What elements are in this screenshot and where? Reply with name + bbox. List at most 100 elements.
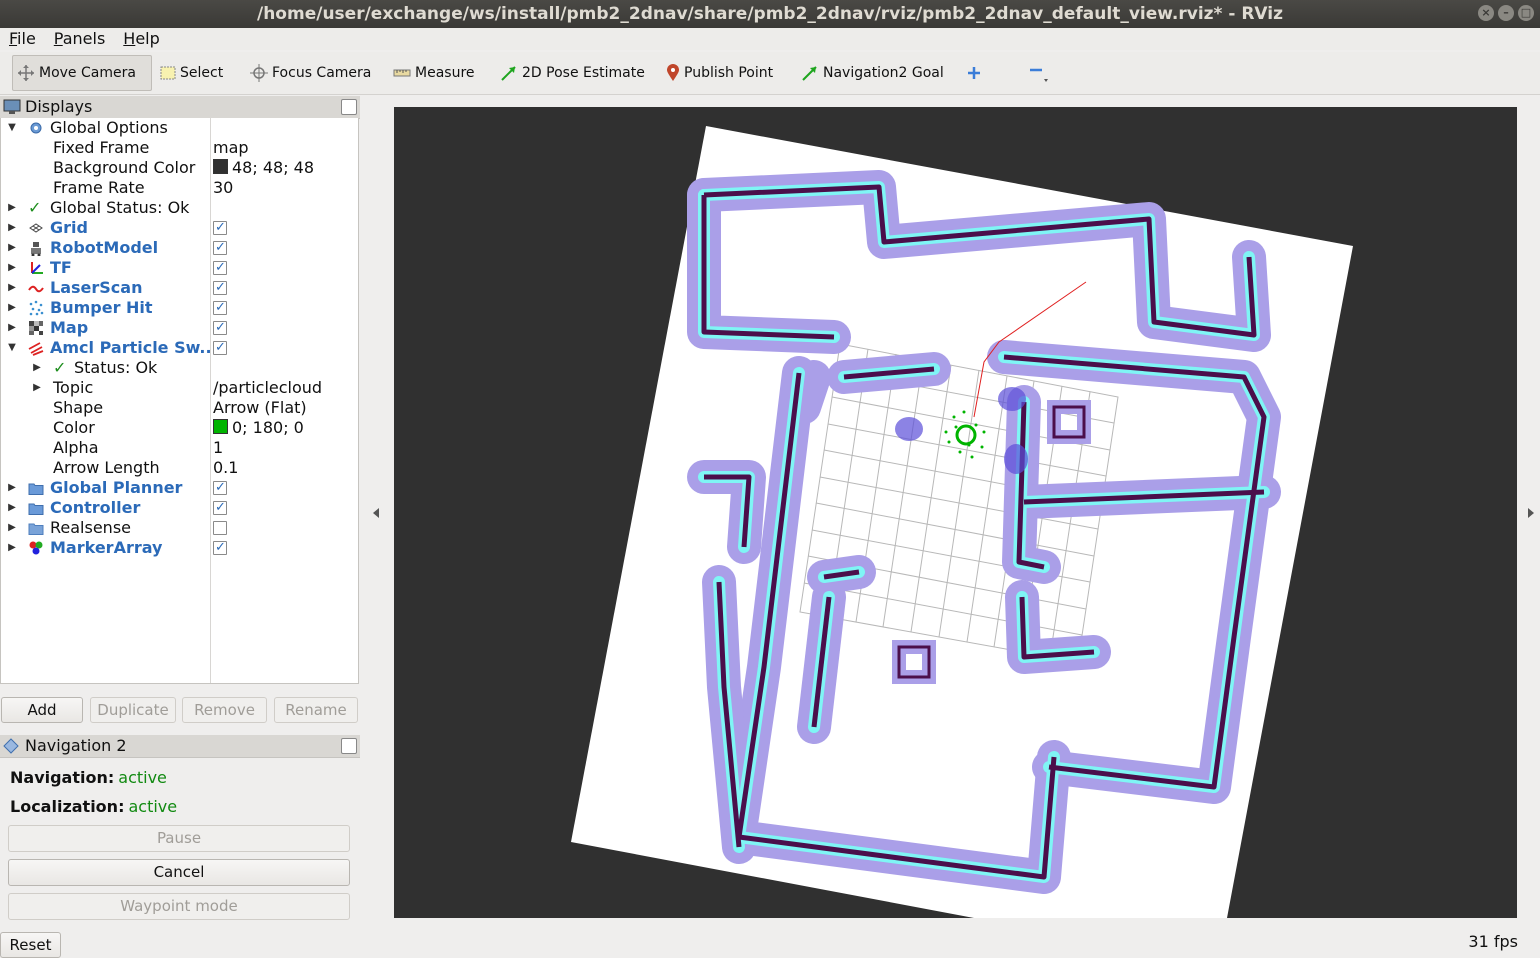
fixed-frame-value[interactable]: map [213,138,249,158]
tree-row-arrow-length[interactable]: Arrow Length 0.1 [1,458,358,478]
tree-row-background-color[interactable]: Background Color 48; 48; 48 [1,158,358,178]
maximize-window-button[interactable]: □ [1518,5,1534,21]
panel-splitter[interactable] [362,96,392,926]
nav-goal-tool[interactable]: Navigation2 Goal [797,55,948,91]
amcl-particle-checkbox[interactable] [213,338,227,358]
tree-row-amcl-particle[interactable]: ▼ Amcl Particle Sw... [1,338,358,358]
tree-row-global-options[interactable]: ▼ Global Options [1,118,358,138]
markerarray-checkbox[interactable] [213,538,227,558]
collapse-left-icon[interactable] [371,507,381,519]
tf-checkbox[interactable] [213,258,227,278]
tree-row-laserscan[interactable]: ▶ LaserScan [1,278,358,298]
menu-panels[interactable]: Panels [45,28,115,50]
laser-icon [28,285,44,293]
menu-file[interactable]: File [0,28,45,50]
expand-arrow-icon[interactable]: ▶ [7,318,17,338]
menu-help[interactable]: Help [114,28,168,50]
remove-tool-button[interactable] [1020,55,1058,91]
tree-row-map[interactable]: ▶ Map [1,318,358,338]
right-dock-splitter[interactable] [1518,96,1540,926]
localization-status-label: Localization: [10,797,125,816]
tree-row-global-status[interactable]: ▶ ✓ Global Status: Ok [1,198,358,218]
pose-estimate-tool[interactable]: 2D Pose Estimate [496,55,649,91]
waypoint-mode-button[interactable]: Waypoint mode [8,893,350,920]
collapse-arrow-icon[interactable]: ▼ [7,338,17,358]
grid-checkbox[interactable] [213,218,227,238]
render-viewport[interactable] [394,107,1517,918]
tree-row-fixed-frame[interactable]: Fixed Frame map [1,138,358,158]
expand-arrow-icon[interactable]: ▶ [7,218,17,238]
publish-point-tool[interactable]: Publish Point [662,55,777,91]
collapse-right-icon[interactable] [1526,507,1536,519]
rename-button[interactable]: Rename [274,697,358,723]
pause-button[interactable]: Pause [8,825,350,852]
topic-value[interactable]: /particlecloud [213,378,322,398]
move-camera-tool[interactable]: Move Camera [12,55,152,91]
tree-row-controller[interactable]: ▶ Controller [1,498,358,518]
add-button[interactable]: Add [1,697,83,723]
map-checkbox[interactable] [213,318,227,338]
frame-rate-value[interactable]: 30 [213,178,233,198]
duplicate-button[interactable]: Duplicate [90,697,176,723]
expand-arrow-icon[interactable]: ▶ [32,358,42,378]
displays-undock-button[interactable] [341,99,357,115]
background-color-label: Background Color [53,158,196,177]
laserscan-checkbox[interactable] [213,278,227,298]
select-icon [160,66,176,80]
arrow-length-value[interactable]: 0.1 [213,458,238,478]
minimize-window-button[interactable]: – [1498,5,1514,21]
expand-arrow-icon[interactable]: ▶ [7,258,17,278]
tree-row-global-planner[interactable]: ▶ Global Planner [1,478,358,498]
global-options-label: Global Options [50,118,168,137]
tree-row-frame-rate[interactable]: Frame Rate 30 [1,178,358,198]
select-tool[interactable]: Select [156,55,227,91]
expand-arrow-icon[interactable]: ▶ [7,238,17,258]
shape-value[interactable]: Arrow (Flat) [213,398,307,418]
collapse-arrow-icon[interactable]: ▼ [7,118,17,138]
expand-arrow-icon[interactable]: ▶ [7,498,17,518]
tree-row-grid[interactable]: ▶ Grid [1,218,358,238]
remove-button[interactable]: Remove [182,697,267,723]
robotmodel-checkbox[interactable] [213,238,227,258]
navigation-undock-button[interactable] [341,738,357,754]
tree-row-robotmodel[interactable]: ▶ RobotModel [1,238,358,258]
tree-row-color[interactable]: Color 0; 180; 0 [1,418,358,438]
tree-row-markerarray[interactable]: ▶ MarkerArray [1,538,358,558]
expand-arrow-icon[interactable]: ▶ [7,278,17,298]
global-planner-checkbox[interactable] [213,478,227,498]
reset-button[interactable]: Reset [0,932,61,958]
tree-row-tf[interactable]: ▶ TF [1,258,358,278]
tree-row-amcl-status[interactable]: ▶ ✓ Status: Ok [1,358,358,378]
expand-arrow-icon[interactable]: ▶ [7,538,17,558]
map-icon [29,321,43,335]
expand-arrow-icon[interactable]: ▶ [7,198,17,218]
expand-arrow-icon[interactable]: ▶ [7,518,17,538]
close-window-button[interactable]: × [1478,5,1494,21]
realsense-checkbox[interactable] [213,521,227,535]
pose-estimate-arrow-icon [501,66,516,81]
window-title: /home/user/exchange/ws/install/pmb2_2dna… [257,4,1283,24]
tree-row-topic[interactable]: ▶ Topic /particlecloud [1,378,358,398]
alpha-value[interactable]: 1 [213,438,223,458]
tree-row-shape[interactable]: Shape Arrow (Flat) [1,398,358,418]
tree-row-bumper-hit[interactable]: ▶ Bumper Hit [1,298,358,318]
color-swatch [213,419,228,434]
measure-tool[interactable]: Measure [389,55,479,91]
tree-row-realsense[interactable]: ▶ Realsense [1,518,358,538]
amcl-status-label: Status: Ok [74,358,158,377]
background-color-value[interactable]: 48; 48; 48 [213,158,314,178]
add-tool-button[interactable] [962,55,986,91]
cancel-button[interactable]: Cancel [8,859,350,886]
occupancy-map[interactable] [394,107,1517,918]
expand-arrow-icon[interactable]: ▶ [7,478,17,498]
expand-arrow-icon[interactable]: ▶ [7,298,17,318]
controller-checkbox[interactable] [213,498,227,518]
amcl-particle-label: Amcl Particle Sw... [50,338,218,357]
displays-tree: ▼ Global Options Fixed Frame map Backgro… [0,118,359,684]
tree-row-alpha[interactable]: Alpha 1 [1,438,358,458]
publish-point-label: Publish Point [684,65,774,81]
color-value[interactable]: 0; 180; 0 [213,418,304,438]
expand-arrow-icon[interactable]: ▶ [32,378,42,398]
bumper-hit-checkbox[interactable] [213,298,227,318]
focus-camera-tool[interactable]: Focus Camera [246,55,375,91]
